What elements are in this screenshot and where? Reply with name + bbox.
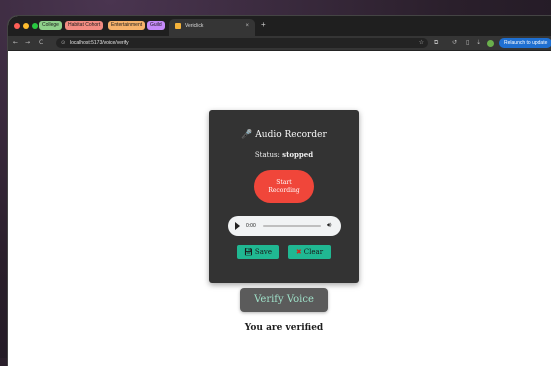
volume-icon[interactable]: 🔊︎: [327, 220, 331, 231]
player-time: 0:00: [246, 223, 256, 229]
history-icon[interactable]: ↺: [452, 38, 457, 48]
profile-avatar[interactable]: [487, 40, 494, 47]
save-button[interactable]: 💾︎ Save: [237, 245, 279, 259]
browser-window: College Habitat Cohort Entertainment Gui…: [8, 16, 551, 366]
address-bar[interactable]: ⊙ localhost:5173/voice/verify ☆: [56, 38, 428, 48]
site-info-icon[interactable]: ⊙: [61, 38, 65, 48]
recorder-status: Status: stopped: [209, 150, 359, 160]
tab-group-guild[interactable]: Guild: [147, 21, 165, 30]
play-icon[interactable]: [235, 222, 240, 230]
new-tab-button[interactable]: +: [261, 20, 266, 30]
progress-track[interactable]: [263, 225, 321, 227]
save-icon: 💾︎: [244, 248, 253, 256]
save-label: Save: [254, 248, 272, 256]
downloads-icon[interactable]: ⇣: [476, 38, 481, 48]
verify-voice-button[interactable]: Verify Voice: [240, 288, 328, 312]
browser-toolbar: ← → C ⊙ localhost:5173/voice/verify ☆ ⧉ …: [8, 36, 551, 51]
close-tab-icon[interactable]: ×: [245, 22, 249, 31]
clear-label: Clear: [303, 248, 324, 256]
back-icon[interactable]: ←: [13, 38, 18, 48]
verification-result: You are verified: [244, 323, 324, 333]
active-tab[interactable]: Vericlick ×: [169, 19, 255, 36]
active-tab-title: Vericlick: [185, 23, 204, 29]
maximize-window-button[interactable]: [32, 23, 38, 29]
record-button-line1: Start: [276, 178, 292, 186]
sidebar-icon[interactable]: ▯: [466, 38, 469, 48]
start-recording-button[interactable]: Start Recording: [254, 170, 314, 203]
close-window-button[interactable]: [14, 23, 20, 29]
tab-group-college[interactable]: College: [39, 21, 62, 30]
status-value: stopped: [282, 150, 314, 159]
recorder-title: 🎤 Audio Recorder: [241, 130, 327, 140]
tab-group-habitat-cohort[interactable]: Habitat Cohort: [65, 21, 104, 30]
favicon-icon: [175, 23, 181, 29]
status-label: Status:: [254, 151, 280, 159]
page-content: 🎤 Audio Recorder Status: stopped Start R…: [8, 51, 551, 366]
forward-icon[interactable]: →: [25, 38, 30, 48]
record-button-line2: Recording: [268, 186, 300, 194]
audio-player: 0:00 🔊︎: [228, 216, 341, 236]
url-text[interactable]: localhost:5173/voice/verify: [70, 38, 129, 48]
clear-x-icon: ✖: [295, 248, 302, 256]
minimize-window-button[interactable]: [23, 23, 29, 29]
tab-bar: College Habitat Cohort Entertainment Gui…: [8, 16, 551, 36]
reload-icon[interactable]: C: [39, 38, 43, 48]
extensions-icon[interactable]: ⧉: [434, 38, 438, 48]
clear-button[interactable]: ✖ Clear: [288, 245, 331, 259]
tab-group-entertainment[interactable]: Entertainment: [108, 21, 146, 30]
audio-recorder-card: 🎤 Audio Recorder Status: stopped Start R…: [209, 110, 359, 283]
relaunch-button[interactable]: Relaunch to update: [499, 38, 551, 48]
bookmark-star-icon[interactable]: ☆: [419, 38, 424, 48]
